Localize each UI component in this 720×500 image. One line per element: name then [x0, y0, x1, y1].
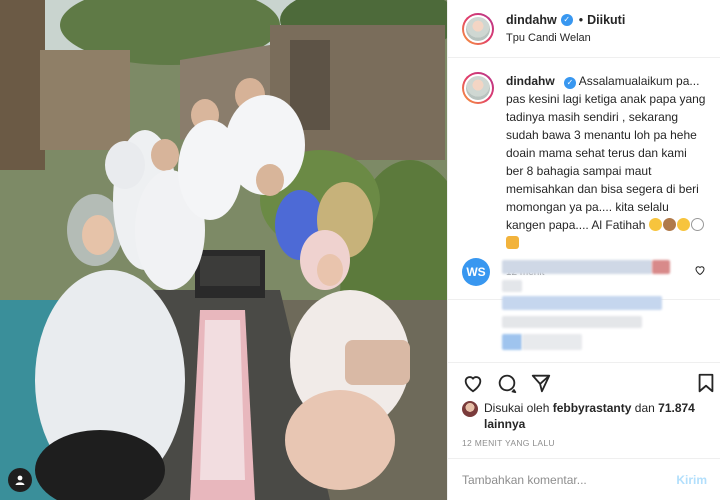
separator-dot: •	[578, 12, 584, 27]
white-heart-emoji-icon	[690, 218, 704, 231]
following-button[interactable]: Diikuti	[587, 12, 625, 28]
likes-connector: dan	[634, 401, 655, 415]
action-bar	[448, 368, 720, 396]
post-header: dindahw ✓ • Diikuti Tpu Candi Welan	[448, 0, 720, 58]
avatar[interactable]	[462, 401, 478, 417]
blurred-comment-text	[522, 334, 582, 350]
post-comment-button[interactable]: Kirim	[676, 473, 707, 487]
post-side-panel: dindahw ✓ • Diikuti Tpu Candi Welan dind…	[447, 0, 720, 500]
bookmark-icon[interactable]	[695, 372, 717, 394]
user-tag-icon[interactable]	[8, 468, 32, 492]
folded-hands-emoji-icon	[506, 236, 519, 249]
blurred-comment-text	[502, 316, 642, 328]
blurred-comment-text	[652, 260, 670, 274]
panel-divider	[448, 362, 720, 363]
avatar[interactable]	[462, 12, 494, 45]
paper-plane-icon[interactable]	[530, 372, 552, 394]
caption-text: Assalamualaikum pa... pas kesini lagi ke…	[506, 74, 706, 232]
post-photo[interactable]	[0, 0, 447, 500]
avatar[interactable]: WS	[462, 258, 490, 286]
blurred-comment-text	[502, 280, 522, 292]
liker-username[interactable]: febbyrastanty	[553, 401, 632, 415]
comment-input[interactable]	[462, 472, 677, 487]
caption-username[interactable]: dindahw	[506, 74, 555, 88]
likes-prefix: Disukai oleh	[484, 401, 550, 415]
blurred-comment-text	[502, 296, 662, 310]
crying-face-emoji-icon	[648, 218, 662, 231]
see-no-evil-monkey-emoji-icon	[662, 218, 676, 231]
blurred-comment-text	[502, 334, 522, 350]
verified-badge-icon: ✓	[564, 77, 577, 89]
heart-icon[interactable]	[462, 372, 484, 394]
heart-icon[interactable]	[694, 264, 706, 276]
comment-bubble-icon[interactable]	[496, 372, 518, 394]
avatar[interactable]	[462, 72, 494, 104]
blurred-comment-text	[502, 260, 652, 274]
add-comment-bar: Kirim	[448, 458, 720, 500]
cemetery-group-photo	[0, 0, 447, 500]
location-link[interactable]: Tpu Candi Welan	[506, 30, 625, 46]
smiling-face-emoji-icon	[676, 218, 690, 231]
post-timestamp[interactable]: 12 MENIT YANG LALU	[462, 438, 555, 448]
verified-badge-icon: ✓	[560, 13, 573, 26]
header-username[interactable]: dindahw	[506, 12, 557, 28]
likes-summary: Disukai oleh febbyrastanty dan 71.874 la…	[462, 400, 712, 432]
